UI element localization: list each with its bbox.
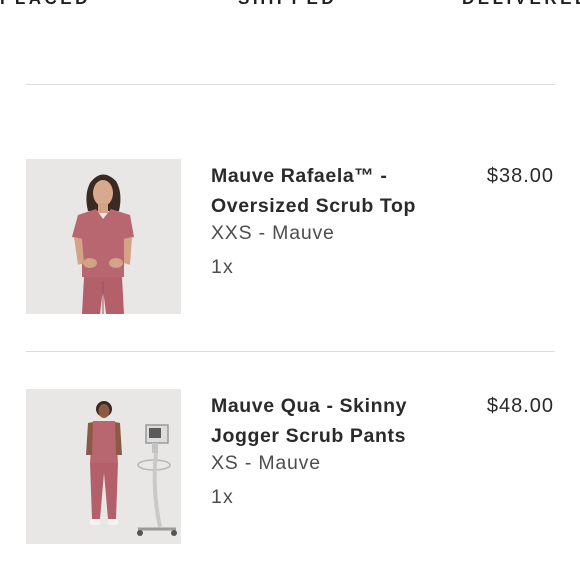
- section-divider: [26, 351, 555, 352]
- status-step-shipped: SHIPPED: [238, 0, 337, 9]
- item-quantity: 1x: [211, 256, 234, 278]
- item-price: $48.00: [486, 395, 554, 417]
- item-variant: XS - Mauve: [211, 452, 321, 474]
- order-item: Mauve Qua - Skinny Jogger Scrub Pants XS…: [0, 389, 580, 549]
- scrub-top-photo-icon: [26, 159, 181, 314]
- order-status-steps: PLACED SHIPPED DELIVERED: [0, 0, 580, 9]
- order-item: Mauve Rafaela™ - Oversized Scrub Top XXS…: [0, 159, 580, 319]
- product-image-scrub-pants[interactable]: [26, 389, 181, 544]
- scrub-pants-photo-icon: [26, 389, 181, 544]
- item-name[interactable]: Mauve Qua - Skinny Jogger Scrub Pants: [211, 391, 446, 451]
- item-name[interactable]: Mauve Rafaela™ - Oversized Scrub Top: [211, 161, 446, 221]
- item-variant: XXS - Mauve: [211, 222, 335, 244]
- product-image-scrub-top[interactable]: [26, 159, 181, 314]
- item-price: $38.00: [486, 165, 554, 187]
- item-quantity: 1x: [211, 486, 234, 508]
- section-divider: [26, 84, 555, 85]
- status-step-delivered: DELIVERED: [462, 0, 580, 9]
- status-step-placed: PLACED: [0, 0, 91, 9]
